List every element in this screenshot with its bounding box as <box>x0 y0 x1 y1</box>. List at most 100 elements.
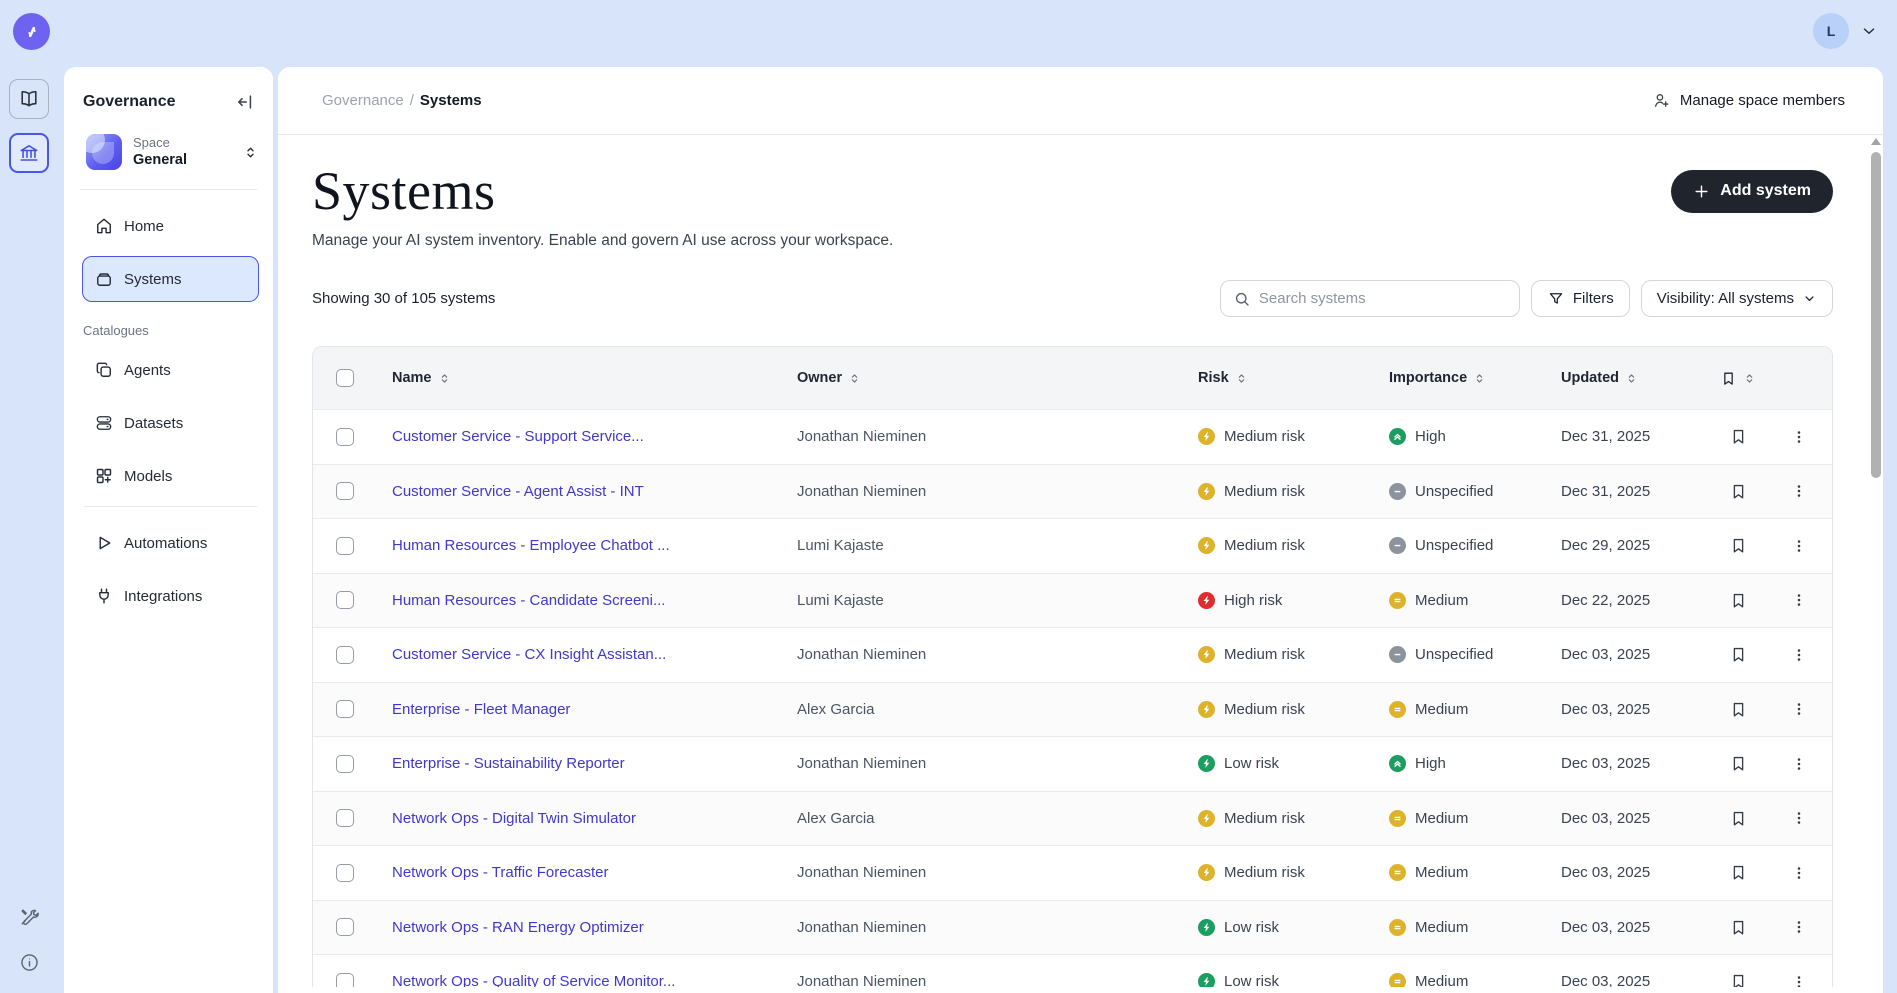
system-name-link[interactable]: Customer Service - Support Service... <box>392 428 772 445</box>
row-checkbox[interactable] <box>336 864 354 882</box>
book-icon <box>18 88 40 110</box>
sidebar-item-systems[interactable]: Systems <box>82 256 259 302</box>
column-header-importance[interactable]: Importance <box>1389 370 1467 386</box>
bookmark-icon[interactable] <box>1729 918 1748 937</box>
breadcrumb-governance[interactable]: Governance <box>322 92 404 109</box>
kebab-menu-icon[interactable] <box>1790 864 1808 882</box>
column-header-name[interactable]: Name <box>392 370 432 386</box>
table-row: Human Resources - Candidate Screeni... L… <box>313 573 1832 628</box>
kebab-menu-icon[interactable] <box>1790 809 1808 827</box>
avatar[interactable]: L <box>1813 13 1849 49</box>
row-checkbox[interactable] <box>336 918 354 936</box>
system-name-link[interactable]: Customer Service - Agent Assist - INT <box>392 483 772 500</box>
logo-squiggle-icon <box>21 21 43 43</box>
space-selector[interactable]: Space General <box>86 134 259 170</box>
kebab-menu-icon[interactable] <box>1790 646 1808 664</box>
sidebar-item-datasets[interactable]: Datasets <box>82 400 259 446</box>
sidebar-item-integrations[interactable]: Integrations <box>82 573 259 619</box>
kebab-menu-icon[interactable] <box>1790 700 1808 718</box>
bookmark-icon[interactable] <box>1729 863 1748 882</box>
docs-rail-button[interactable] <box>9 79 49 119</box>
scrollbar-thumb[interactable] <box>1871 152 1881 478</box>
risk-icon <box>1198 483 1215 500</box>
kebab-menu-icon[interactable] <box>1790 755 1808 773</box>
column-header-updated[interactable]: Updated <box>1561 370 1619 386</box>
owner-cell: Jonathan Nieminen <box>797 646 1198 663</box>
system-name-link[interactable]: Human Resources - Candidate Screeni... <box>392 592 772 609</box>
sidebar-item-agents[interactable]: Agents <box>82 347 259 393</box>
sort-icon[interactable] <box>848 372 861 385</box>
manage-space-members-button[interactable]: Manage space members <box>1652 91 1845 110</box>
account-chevron-down-icon[interactable] <box>1860 22 1878 40</box>
manage-members-label: Manage space members <box>1680 92 1845 109</box>
bookmark-icon[interactable] <box>1729 482 1748 501</box>
app-window: Governance Space General <box>0 0 1897 993</box>
bookmark-icon[interactable] <box>1729 700 1748 719</box>
add-system-button[interactable]: Add system <box>1671 170 1833 213</box>
app-logo[interactable] <box>13 13 50 50</box>
bookmark-icon[interactable] <box>1729 972 1748 987</box>
sidebar-item-models[interactable]: Models <box>82 453 259 499</box>
search-input[interactable] <box>1259 290 1507 307</box>
system-name-link[interactable]: Network Ops - Traffic Forecaster <box>392 864 772 881</box>
owner-cell: Alex Garcia <box>797 810 1198 827</box>
row-checkbox[interactable] <box>336 755 354 773</box>
tools-icon[interactable] <box>18 906 40 928</box>
page-subtitle: Manage your AI system inventory. Enable … <box>312 232 1833 250</box>
bookmark-icon[interactable] <box>1729 754 1748 773</box>
system-name-link[interactable]: Customer Service - CX Insight Assistan..… <box>392 646 772 663</box>
row-checkbox[interactable] <box>336 537 354 555</box>
system-name-link[interactable]: Human Resources - Employee Chatbot ... <box>392 537 772 554</box>
governance-rail-button[interactable] <box>9 133 49 173</box>
info-icon[interactable] <box>19 952 40 973</box>
table-row: Network Ops - Digital Twin Simulator Ale… <box>313 791 1832 846</box>
kebab-menu-icon[interactable] <box>1790 482 1808 500</box>
sidebar-item-automations[interactable]: Automations <box>82 520 259 566</box>
sort-icon[interactable] <box>1625 372 1638 385</box>
sort-icon[interactable] <box>1743 372 1756 385</box>
search-icon <box>1233 290 1251 308</box>
filters-button[interactable]: Filters <box>1531 280 1630 317</box>
row-checkbox[interactable] <box>336 646 354 664</box>
system-name-link[interactable]: Network Ops - RAN Energy Optimizer <box>392 919 772 936</box>
kebab-menu-icon[interactable] <box>1790 591 1808 609</box>
scrollbar-up-arrow[interactable] <box>1871 138 1881 145</box>
sort-icon[interactable] <box>1235 372 1248 385</box>
table-row: Customer Service - CX Insight Assistan..… <box>313 627 1832 682</box>
row-checkbox[interactable] <box>336 428 354 446</box>
risk-icon <box>1198 646 1215 663</box>
risk-label: Low risk <box>1224 755 1279 772</box>
sort-icon[interactable] <box>1473 372 1486 385</box>
kebab-menu-icon[interactable] <box>1790 537 1808 555</box>
system-name-link[interactable]: Network Ops - Digital Twin Simulator <box>392 810 772 827</box>
bookmark-icon[interactable] <box>1729 427 1748 446</box>
system-name-link[interactable]: Enterprise - Sustainability Reporter <box>392 755 772 772</box>
row-checkbox[interactable] <box>336 700 354 718</box>
column-header-owner[interactable]: Owner <box>797 370 842 386</box>
visibility-dropdown[interactable]: Visibility: All systems <box>1641 280 1833 317</box>
column-header-risk[interactable]: Risk <box>1198 370 1229 386</box>
updated-cell: Dec 22, 2025 <box>1561 592 1711 609</box>
row-checkbox[interactable] <box>336 809 354 827</box>
table-header-row: Name Owner Risk Importance Updated <box>313 347 1832 409</box>
row-checkbox[interactable] <box>336 973 354 987</box>
breadcrumb: Governance/Systems <box>322 92 482 109</box>
system-name-link[interactable]: Network Ops - Quality of Service Monitor… <box>392 973 772 987</box>
row-checkbox[interactable] <box>336 482 354 500</box>
sidebar-item-home[interactable]: Home <box>82 203 259 249</box>
system-name-link[interactable]: Enterprise - Fleet Manager <box>392 701 772 718</box>
bookmark-icon[interactable] <box>1729 809 1748 828</box>
collapse-sidebar-icon[interactable] <box>235 92 255 112</box>
bookmark-icon[interactable] <box>1729 591 1748 610</box>
kebab-menu-icon[interactable] <box>1790 918 1808 936</box>
kebab-menu-icon[interactable] <box>1790 973 1808 987</box>
breadcrumb-systems: Systems <box>420 92 482 109</box>
kebab-menu-icon[interactable] <box>1790 428 1808 446</box>
bookmark-icon[interactable] <box>1729 645 1748 664</box>
select-all-checkbox[interactable] <box>336 369 354 387</box>
row-checkbox[interactable] <box>336 591 354 609</box>
sort-icon[interactable] <box>438 372 451 385</box>
bookmark-column-icon[interactable] <box>1720 370 1737 387</box>
sidebar-panel: Governance Space General <box>64 67 273 993</box>
bookmark-icon[interactable] <box>1729 536 1748 555</box>
